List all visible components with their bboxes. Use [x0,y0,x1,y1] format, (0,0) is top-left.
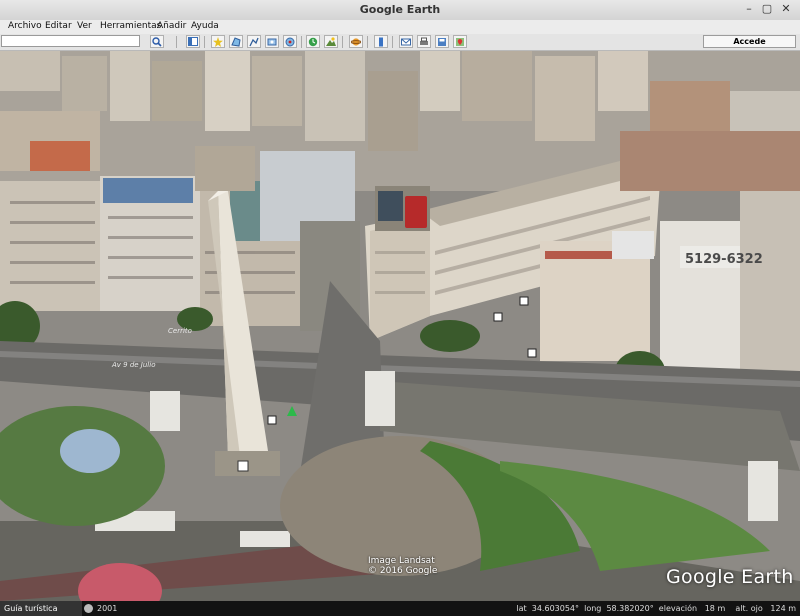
sun-button[interactable] [324,35,338,48]
overlay-icon [267,38,277,45]
imagery-year: 2001 [97,604,118,613]
menu-archivo[interactable]: Archivo [8,21,42,31]
save-image-icon [438,37,446,46]
overlay-button[interactable] [265,35,279,48]
minimize-button[interactable]: – [742,2,756,15]
planets-button[interactable] [349,35,363,48]
login-button[interactable]: Accede [703,35,796,48]
coordinates-readout: lat 34.603054° long 58.382020° elevación… [516,604,796,613]
imagery-attribution: Image Landsat © 2016 Google [368,556,437,576]
path-button[interactable] [247,35,261,48]
print-icon [420,37,428,45]
polygon-button[interactable] [229,35,243,48]
window-title: Google Earth [359,3,441,16]
google-maps-button[interactable] [453,35,467,48]
search-icon [152,36,162,47]
google-earth-logo: Google Earth [666,566,794,588]
google-maps-icon [456,37,464,46]
menu-herramientas[interactable]: Herramientas [100,21,161,31]
search-input[interactable] [1,35,140,47]
placemark-icon [213,36,223,47]
clock-icon[interactable] [84,604,93,613]
menu-anadir[interactable]: Añadir [157,21,186,31]
toolbar-separator [301,36,302,48]
road-label-9-de-julio: Av 9 de Julio [111,361,155,369]
toolbar-separator [367,36,368,48]
placemark-button[interactable] [211,35,225,48]
attribution-line-1: Image Landsat [368,556,435,566]
historical-imagery-button[interactable] [306,35,320,48]
ruler-button[interactable] [374,35,388,48]
menu-editar[interactable]: Editar [45,21,72,31]
historical-imagery-icon [308,37,318,46]
toolbar-separator [176,36,177,48]
email-button[interactable] [399,35,413,48]
status-bar: Guía turística 2001 lat 34.603054° long … [0,601,800,616]
polygon-icon [231,36,241,47]
attribution-line-2: © 2016 Google [368,566,438,576]
sidebar-button[interactable] [186,35,200,48]
toolbar-separator [342,36,343,48]
toolbar-separator [204,36,205,48]
planets-icon [351,37,361,46]
close-button[interactable]: ✕ [779,2,793,15]
menu-ayuda[interactable]: Ayuda [191,21,219,31]
email-icon [401,38,411,45]
tour-guide-button[interactable]: Guía turística [0,601,82,616]
path-icon [249,37,259,46]
toolbar: Accede [0,34,800,51]
maximize-button[interactable]: ▢ [760,2,774,15]
toolbar-separator [392,36,393,48]
record-tour-icon [285,37,295,46]
search-button[interactable] [150,35,164,48]
menu-ver[interactable]: Ver [77,21,92,31]
billboard-phone: 5129-6322 [685,252,763,267]
title-bar: Google Earth – ▢ ✕ [0,0,800,21]
aerial-3d-view[interactable]: 5129-6322 Cerrito Av 9 de Julio [0,51,800,601]
menu-bar: Archivo Editar Ver Herramientas Añadir A… [0,20,800,34]
map-viewport[interactable]: 5129-6322 Cerrito Av 9 de Julio Image La… [0,51,800,601]
road-label-cerrito: Cerrito [168,327,192,335]
save-image-button[interactable] [435,35,449,48]
sidebar-icon [188,37,198,46]
sun-icon [326,36,336,46]
print-button[interactable] [417,35,431,48]
record-tour-button[interactable] [283,35,297,48]
ruler-icon [379,37,383,46]
